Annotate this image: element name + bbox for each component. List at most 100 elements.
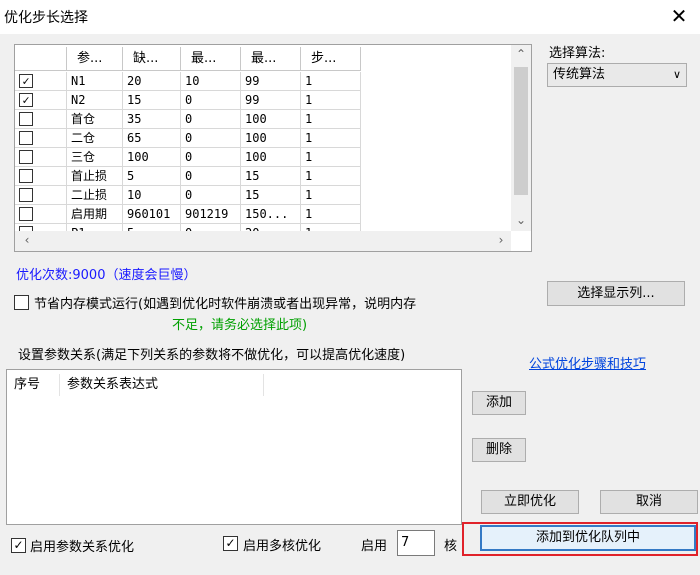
table-cell[interactable]: 100 — [241, 110, 301, 129]
table-cell[interactable]: 20 — [241, 224, 301, 231]
horizontal-scrollbar[interactable]: ‹ › — [15, 231, 511, 251]
table-cell[interactable]: P1 — [67, 224, 123, 231]
table-cell[interactable]: 100 — [123, 148, 181, 167]
row-checkbox[interactable]: ✓ — [19, 93, 33, 107]
relation-column-expression[interactable]: 参数关系表达式 — [60, 374, 264, 396]
scroll-left-icon[interactable]: ‹ — [19, 231, 35, 249]
table-cell[interactable]: 1 — [301, 72, 361, 91]
table-cell[interactable]: 65 — [123, 129, 181, 148]
table-cell[interactable]: 二仓 — [67, 129, 123, 148]
table-row[interactable]: 启用期 960101 901219 150... 1 — [15, 205, 511, 224]
row-checkbox[interactable] — [19, 131, 33, 145]
table-cell[interactable]: 10 — [123, 186, 181, 205]
table-cell[interactable]: 1 — [301, 167, 361, 186]
table-cell[interactable]: N1 — [67, 72, 123, 91]
scroll-right-icon[interactable]: › — [493, 231, 509, 249]
vertical-scrollbar[interactable]: ⌃ ⌄ — [511, 45, 531, 231]
column-header-step[interactable]: 步... — [301, 47, 361, 71]
table-row[interactable]: ✓ N1 20 10 99 1 — [15, 72, 511, 91]
table-cell[interactable]: 1 — [301, 186, 361, 205]
table-cell[interactable]: 35 — [123, 110, 181, 129]
table-cell[interactable]: 二止损 — [67, 186, 123, 205]
memory-mode-label: 节省内存模式运行(如遇到优化时软件崩溃或者出现异常，说明内存 — [34, 297, 417, 312]
row-checkbox-cell — [15, 129, 67, 148]
table-cell[interactable]: 15 — [123, 91, 181, 110]
table-cell[interactable]: 5 — [123, 167, 181, 186]
table-cell[interactable]: 0 — [181, 186, 241, 205]
table-cell[interactable]: 960101 — [123, 205, 181, 224]
window-title: 优化步长选择 — [4, 10, 88, 26]
table-cell[interactable]: 1 — [301, 110, 361, 129]
scroll-up-icon[interactable]: ⌃ — [511, 45, 531, 63]
table-cell[interactable]: 1 — [301, 91, 361, 110]
row-checkbox[interactable]: ✓ — [19, 74, 33, 88]
relation-optimization-checkbox[interactable]: ✓ — [11, 538, 26, 553]
table-cell[interactable]: 15 — [241, 186, 301, 205]
column-header-min[interactable]: 最... — [181, 47, 241, 71]
select-display-columns-button[interactable]: 选择显示列... — [547, 281, 685, 306]
row-checkbox[interactable] — [19, 169, 33, 183]
table-cell[interactable]: 0 — [181, 91, 241, 110]
table-cell[interactable]: 100 — [241, 148, 301, 167]
table-row[interactable]: 二止损 10 0 15 1 — [15, 186, 511, 205]
enable-cores-label: 启用 — [361, 539, 388, 554]
table-cell[interactable]: 20 — [123, 72, 181, 91]
table-cell[interactable]: N2 — [67, 91, 123, 110]
column-header-max[interactable]: 最... — [241, 47, 301, 71]
memory-mode-checkbox[interactable] — [14, 295, 29, 310]
close-icon[interactable]: ✕ — [668, 4, 690, 28]
table-row[interactable]: 三仓 100 0 100 1 — [15, 148, 511, 167]
memory-mode-warning: 不足，请务必选择此项) — [172, 318, 308, 333]
table-cell[interactable]: 0 — [181, 148, 241, 167]
table-cell[interactable]: 99 — [241, 91, 301, 110]
column-header-param[interactable]: 参... — [67, 47, 123, 71]
cancel-button[interactable]: 取消 — [600, 490, 698, 514]
optimize-now-button[interactable]: 立即优化 — [481, 490, 579, 514]
row-checkbox-cell: ✓ — [15, 91, 67, 110]
table-cell[interactable]: 0 — [181, 167, 241, 186]
formula-tips-link[interactable]: 公式优化步骤和技巧 — [529, 353, 646, 372]
table-cell[interactable]: 0 — [181, 129, 241, 148]
table-row[interactable]: 首仓 35 0 100 1 — [15, 110, 511, 129]
table-cell[interactable]: 15 — [241, 167, 301, 186]
cores-input[interactable]: 7 — [397, 530, 435, 556]
table-row[interactable]: 二仓 65 0 100 1 — [15, 129, 511, 148]
delete-relation-button[interactable]: 删除 — [472, 438, 526, 462]
table-cell[interactable]: 首止损 — [67, 167, 123, 186]
column-header-default[interactable]: 缺... — [123, 47, 181, 71]
table-row[interactable]: 首止损 5 0 15 1 — [15, 167, 511, 186]
table-row[interactable]: ✓ N2 15 0 99 1 — [15, 91, 511, 110]
scroll-thumb[interactable] — [514, 67, 528, 195]
scroll-down-icon[interactable]: ⌄ — [511, 211, 531, 229]
table-cell[interactable]: 0 — [181, 224, 241, 231]
multicore-checkbox[interactable]: ✓ — [223, 536, 238, 551]
cores-unit-label: 核 — [444, 539, 458, 554]
table-cell[interactable]: 150... — [241, 205, 301, 224]
algorithm-label: 选择算法: — [549, 46, 606, 61]
row-checkbox[interactable] — [19, 188, 33, 202]
row-checkbox[interactable] — [19, 150, 33, 164]
table-cell[interactable]: 三仓 — [67, 148, 123, 167]
table-cell[interactable]: 1 — [301, 205, 361, 224]
table-cell[interactable]: 901219 — [181, 205, 241, 224]
row-checkbox-cell — [15, 167, 67, 186]
add-to-queue-button[interactable]: 添加到优化队列中 — [480, 525, 696, 551]
table-cell[interactable]: 1 — [301, 224, 361, 231]
table-cell[interactable]: 1 — [301, 148, 361, 167]
row-checkbox[interactable] — [19, 112, 33, 126]
table-cell[interactable]: 1 — [301, 129, 361, 148]
algorithm-select[interactable]: 传统算法 ∨ — [547, 63, 687, 87]
table-cell[interactable]: 5 — [123, 224, 181, 231]
row-checkbox-cell — [15, 186, 67, 205]
table-cell[interactable]: 启用期 — [67, 205, 123, 224]
table-cell[interactable]: 首仓 — [67, 110, 123, 129]
table-cell[interactable]: 100 — [241, 129, 301, 148]
relation-column-index[interactable]: 序号 — [7, 374, 60, 396]
table-cell[interactable]: 10 — [181, 72, 241, 91]
row-checkbox[interactable] — [19, 207, 33, 221]
table-row[interactable]: P150201 — [15, 224, 511, 231]
table-cell[interactable]: 99 — [241, 72, 301, 91]
add-relation-button[interactable]: 添加 — [472, 391, 526, 415]
title-bar — [0, 0, 700, 34]
table-cell[interactable]: 0 — [181, 110, 241, 129]
